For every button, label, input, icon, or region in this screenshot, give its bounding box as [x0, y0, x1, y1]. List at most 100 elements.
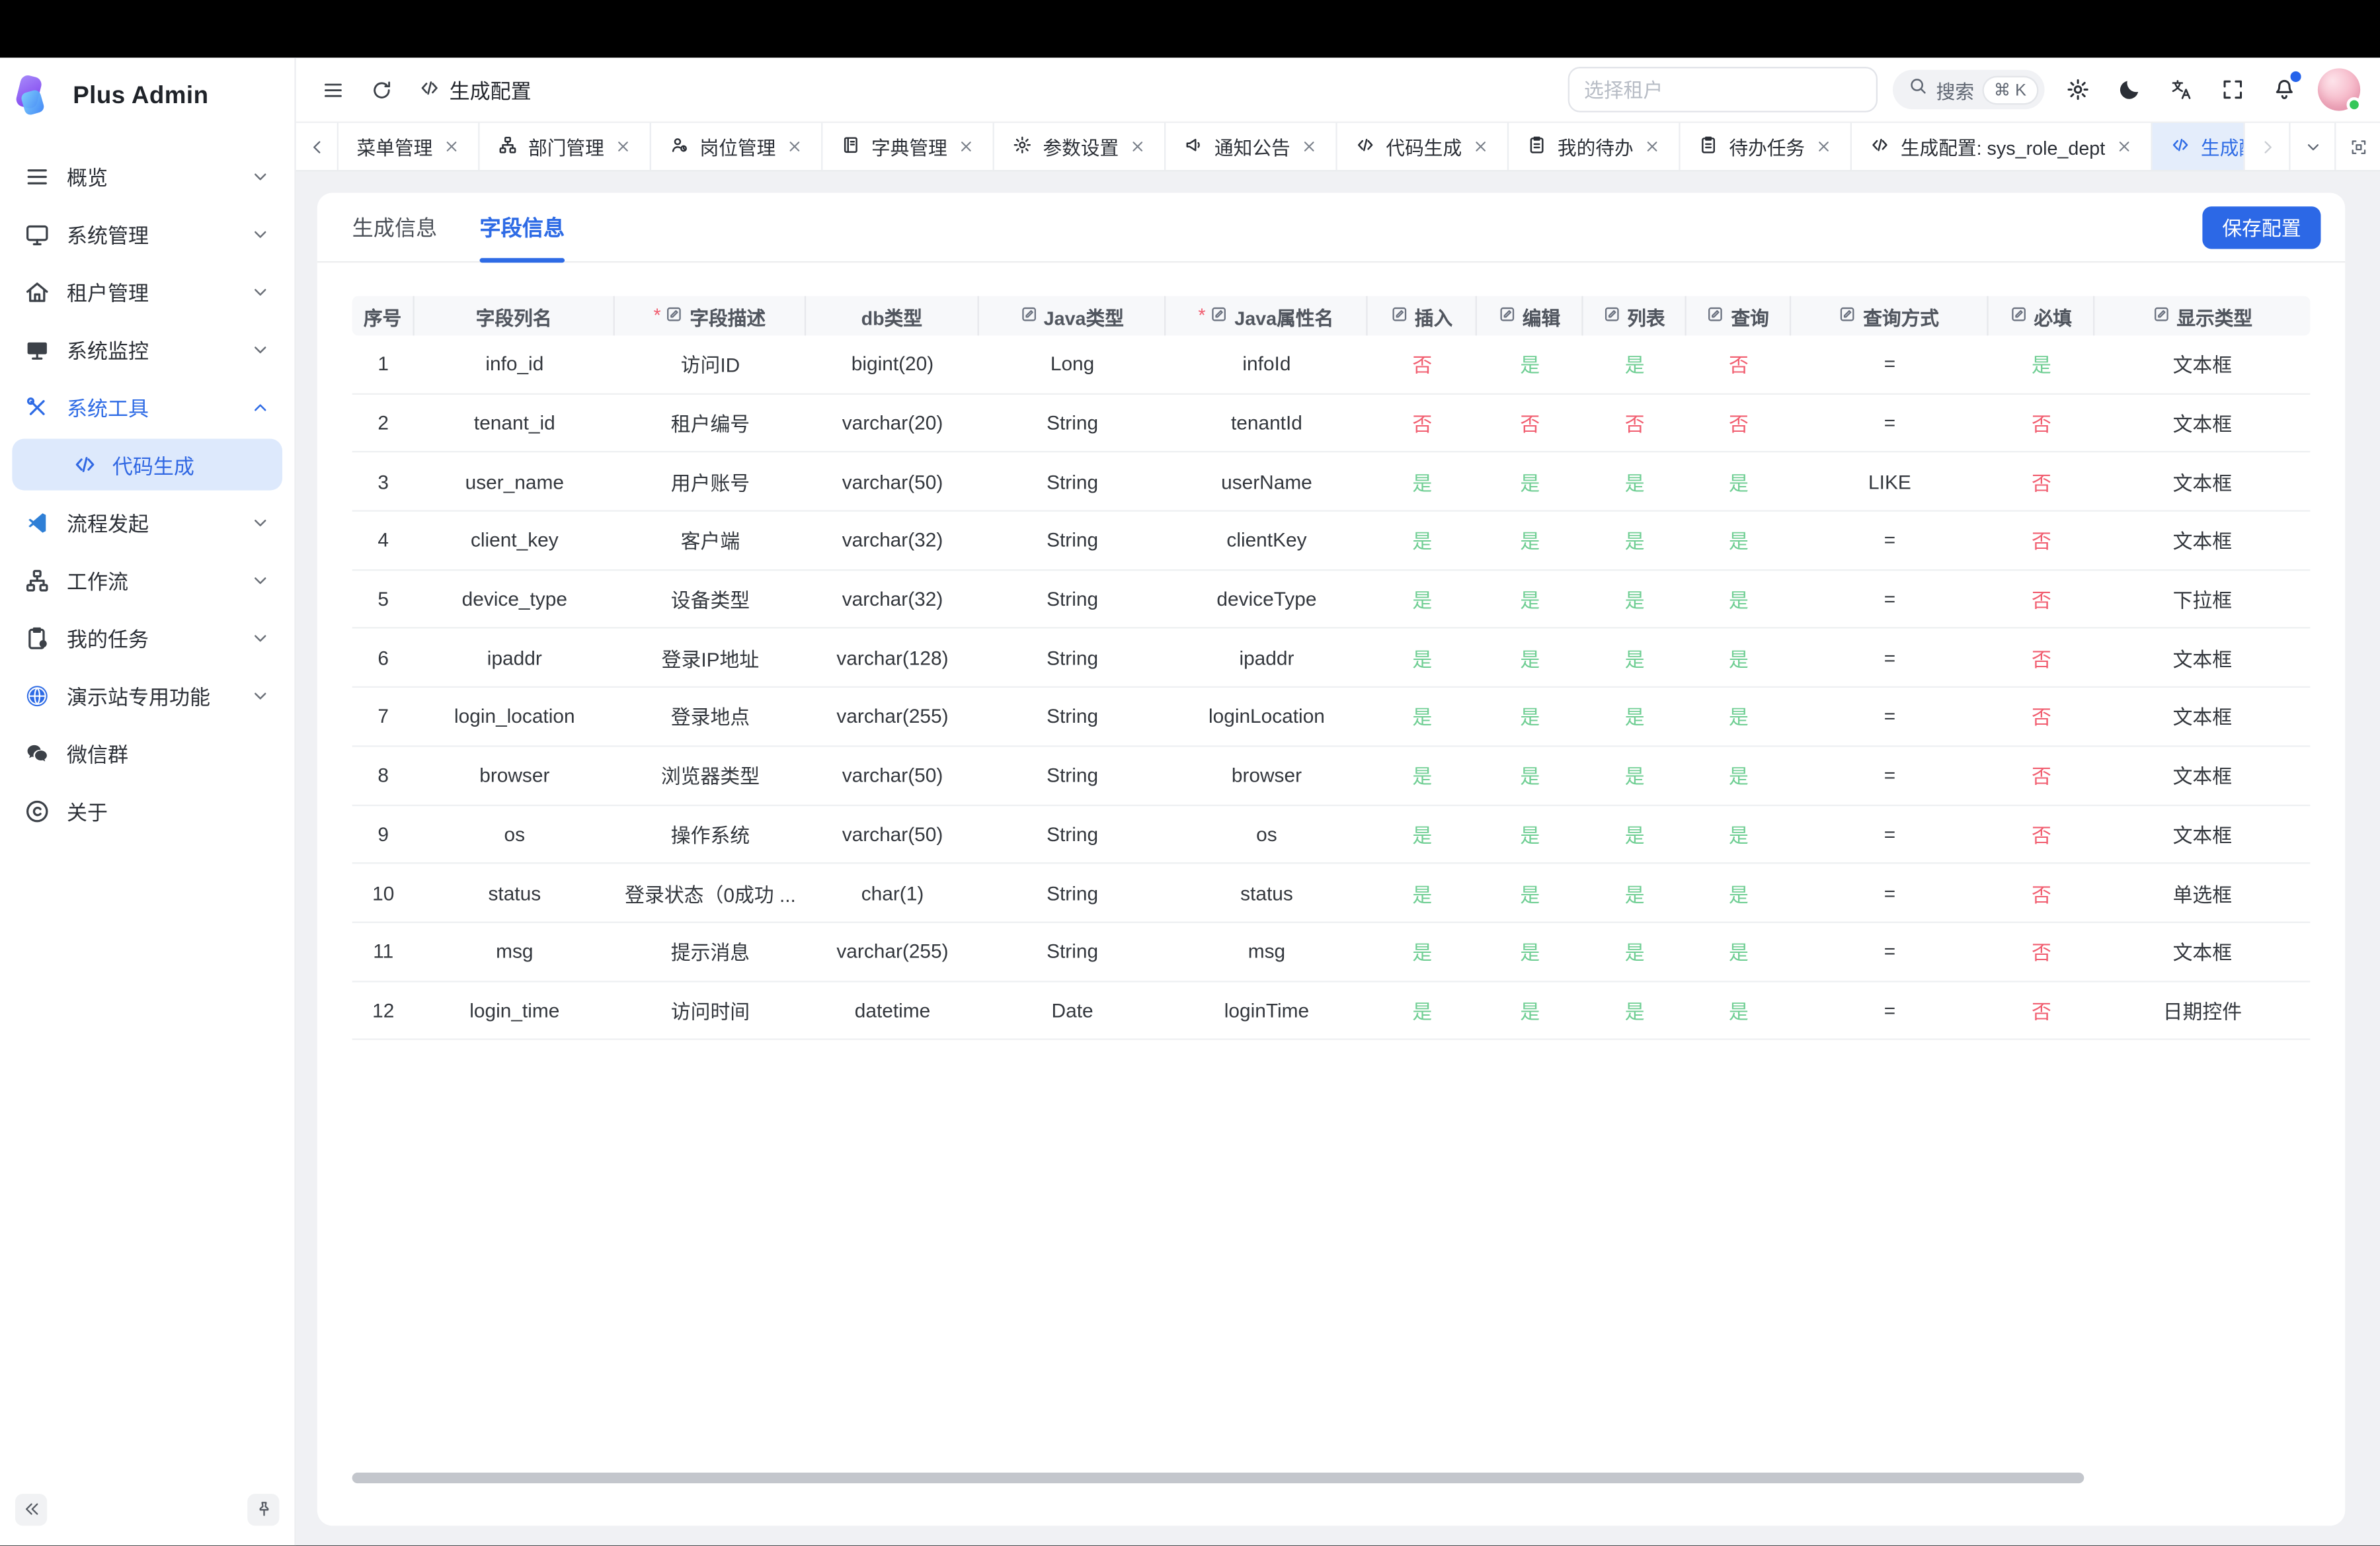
- page-tab-3[interactable]: 岗位管理: [651, 123, 822, 170]
- cell: String: [979, 470, 1166, 493]
- sidebar-item-5[interactable]: 系统工具: [0, 378, 294, 436]
- column-header-字段描述[interactable]: *字段描述: [615, 296, 806, 336]
- page-tab-1[interactable]: 菜单管理: [338, 123, 480, 170]
- horizontal-scrollbar-thumb[interactable]: [352, 1473, 2084, 1483]
- edit-column-icon: [1839, 304, 1857, 327]
- page-tab-2[interactable]: 部门管理: [480, 123, 651, 170]
- close-icon[interactable]: [958, 138, 974, 155]
- cell: =: [1791, 529, 1988, 551]
- save-config-button[interactable]: 保存配置: [2202, 206, 2320, 248]
- column-header-编辑[interactable]: 编辑: [1477, 296, 1583, 336]
- sidebar-item-9[interactable]: 演示站专用功能: [0, 667, 294, 724]
- megaphone-icon: [1184, 134, 1204, 159]
- sitemap-icon: [24, 567, 50, 593]
- flow-icon: [24, 509, 50, 535]
- book-icon: [841, 134, 861, 159]
- cell: 否: [1989, 585, 2095, 614]
- pin-sidebar-button[interactable]: [247, 1493, 279, 1525]
- page-tab-9[interactable]: 待办任务: [1681, 123, 1852, 170]
- code-icon: [419, 77, 440, 102]
- close-icon[interactable]: [1472, 138, 1489, 155]
- cell: Date: [979, 999, 1166, 1022]
- column-header-插入[interactable]: 插入: [1368, 296, 1477, 336]
- sidebar-item-2[interactable]: 系统管理: [0, 205, 294, 263]
- page-tab-8[interactable]: 我的待办: [1509, 123, 1680, 170]
- tab-生成信息[interactable]: 生成信息: [352, 193, 438, 261]
- sidebar-item-8[interactable]: 我的任务: [0, 609, 294, 667]
- cell: user_name: [415, 470, 615, 493]
- refresh-icon[interactable]: [364, 73, 398, 106]
- close-icon[interactable]: [2116, 138, 2132, 155]
- column-header-列表[interactable]: 列表: [1583, 296, 1686, 336]
- column-header-查询[interactable]: 查询: [1686, 296, 1791, 336]
- user-avatar[interactable]: [2318, 68, 2360, 110]
- edit-column-icon: [1498, 304, 1517, 327]
- search-label: 搜索: [1936, 75, 1974, 104]
- cell: 是: [1477, 761, 1583, 790]
- cell: =: [1791, 705, 1988, 727]
- close-icon[interactable]: [615, 138, 631, 155]
- cell: 否: [1989, 409, 2095, 438]
- sidebar-item-6[interactable]: 流程发起: [0, 493, 294, 551]
- column-header-查询方式[interactable]: 查询方式: [1791, 296, 1988, 336]
- edit-column-icon: [1390, 304, 1409, 327]
- app-name: Plus Admin: [73, 83, 208, 110]
- cell: String: [979, 705, 1166, 727]
- table-row: 5device_type设备类型varchar(32)StringdeviceT…: [352, 571, 2311, 630]
- notification-badge: [2291, 71, 2301, 82]
- cell: String: [979, 647, 1166, 669]
- sidebar-item-label: 关于: [67, 795, 270, 826]
- sidebar-item-3[interactable]: 租户管理: [0, 263, 294, 320]
- tabs-scroll-left-icon[interactable]: [296, 123, 338, 170]
- cell: String: [979, 881, 1166, 904]
- page-tab-10[interactable]: 生成配置: sys_role_dept: [1852, 123, 2152, 170]
- column-header-Java类型[interactable]: Java类型: [979, 296, 1166, 336]
- cell: varchar(255): [806, 940, 979, 963]
- cell: varchar(50): [806, 764, 979, 786]
- sidebar-item-11[interactable]: 关于: [0, 782, 294, 839]
- monitor-icon: [24, 221, 50, 247]
- cell: 否: [1989, 643, 2095, 672]
- toggle-menu-icon[interactable]: [316, 73, 350, 106]
- tenant-select-input[interactable]: [1567, 67, 1877, 112]
- cell: browser: [415, 764, 615, 786]
- tabs-dropdown-icon[interactable]: [2289, 123, 2334, 170]
- global-search-button[interactable]: 搜索 ⌘ K: [1892, 70, 2045, 110]
- close-icon[interactable]: [1301, 138, 1318, 155]
- gear-icon: [1013, 134, 1033, 159]
- edit-column-icon: [1707, 304, 1726, 327]
- column-header-显示类型[interactable]: 显示类型: [2094, 296, 2310, 336]
- cell: 4: [352, 529, 415, 551]
- column-header-必填[interactable]: 必填: [1989, 296, 2095, 336]
- cell: 是: [1477, 996, 1583, 1025]
- settings-gear-icon[interactable]: [2060, 71, 2096, 108]
- sidebar-item-10[interactable]: 微信群: [0, 724, 294, 782]
- dark-mode-moon-icon[interactable]: [2112, 71, 2148, 108]
- close-icon[interactable]: [1644, 138, 1661, 155]
- page-tab-6[interactable]: 通知公告: [1166, 123, 1337, 170]
- close-icon[interactable]: [1129, 138, 1146, 155]
- brand: Plus Admin: [0, 58, 294, 132]
- page-tab-11[interactable]: 生成配置: sys_lo: [2152, 123, 2243, 170]
- table-row: 12login_time访问时间datetimeDateloginTime是是是…: [352, 981, 2311, 1040]
- content-maximize-icon[interactable]: [2334, 123, 2380, 170]
- close-icon[interactable]: [786, 138, 803, 155]
- collapse-sidebar-button[interactable]: [15, 1493, 47, 1525]
- page-tab-4[interactable]: 字典管理: [822, 123, 994, 170]
- page-tab-5[interactable]: 参数设置: [994, 123, 1166, 170]
- sidebar-item-7[interactable]: 工作流: [0, 551, 294, 608]
- app-logo: [14, 75, 60, 120]
- cell: 是: [1477, 819, 1583, 848]
- fullscreen-icon[interactable]: [2215, 71, 2251, 108]
- close-icon[interactable]: [1815, 138, 1832, 155]
- tab-字段信息[interactable]: 字段信息: [480, 193, 565, 261]
- page-tab-7[interactable]: 代码生成: [1337, 123, 1509, 170]
- close-icon[interactable]: [443, 138, 459, 155]
- tabs-scroll-right-icon[interactable]: [2243, 123, 2289, 170]
- language-translate-icon[interactable]: [2163, 71, 2200, 108]
- column-header-Java属性名[interactable]: *Java属性名: [1166, 296, 1367, 336]
- sidebar-item-4[interactable]: 系统监控: [0, 320, 294, 378]
- sidebar-item-1[interactable]: 概览: [0, 147, 294, 205]
- notification-bell-icon[interactable]: [2266, 71, 2303, 108]
- sidebar-subitem-代码生成[interactable]: 代码生成: [12, 439, 282, 491]
